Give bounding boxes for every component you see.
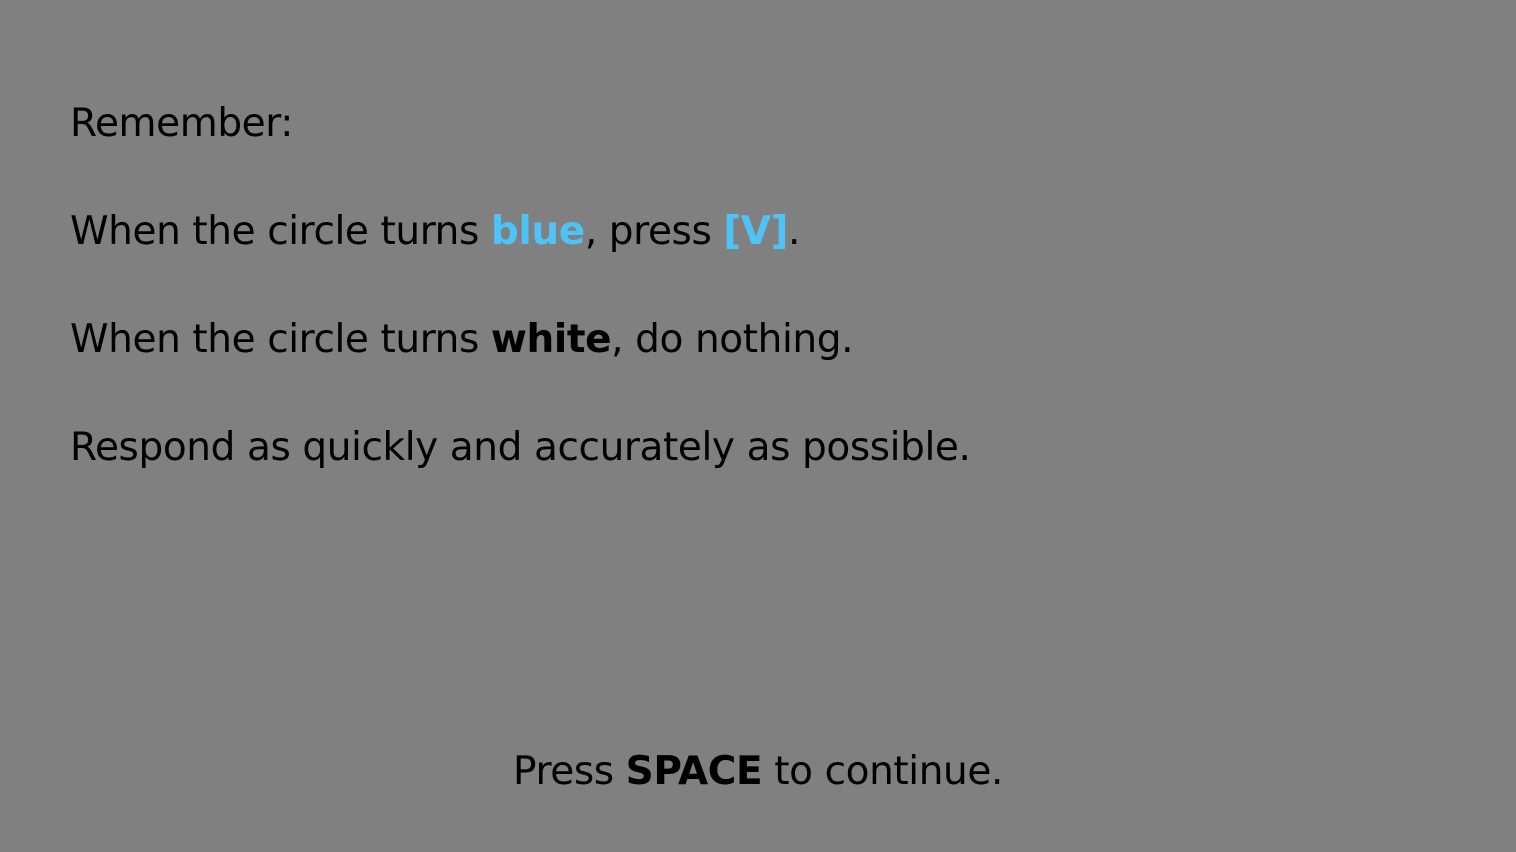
- speed-accuracy-note: Respond as quickly and accurately as pos…: [70, 425, 971, 470]
- continue-suffix: to continue.: [762, 749, 1003, 794]
- instructions-panel: Remember: When the circle turns blue, pr…: [70, 96, 1446, 528]
- response-key-v: [V]: [723, 209, 789, 254]
- continue-prompt: Press SPACE to continue.: [0, 744, 1516, 800]
- instruction-blue-prefix: When the circle turns: [70, 209, 491, 254]
- color-word-blue: blue: [490, 209, 585, 254]
- instruction-blue-line: When the circle turns blue, press [V].: [70, 204, 1446, 260]
- instruction-white-prefix: When the circle turns: [70, 317, 491, 362]
- continue-key-space: SPACE: [625, 749, 763, 794]
- instruction-blue-suffix: .: [788, 209, 801, 254]
- instructions-heading: Remember:: [70, 101, 293, 146]
- color-word-white: white: [490, 317, 612, 362]
- instruction-white-line: When the circle turns white, do nothing.: [70, 312, 1446, 368]
- continue-prefix: Press: [513, 749, 626, 794]
- instruction-white-suffix: , do nothing.: [611, 317, 854, 362]
- instruction-blue-middle: , press: [584, 209, 724, 254]
